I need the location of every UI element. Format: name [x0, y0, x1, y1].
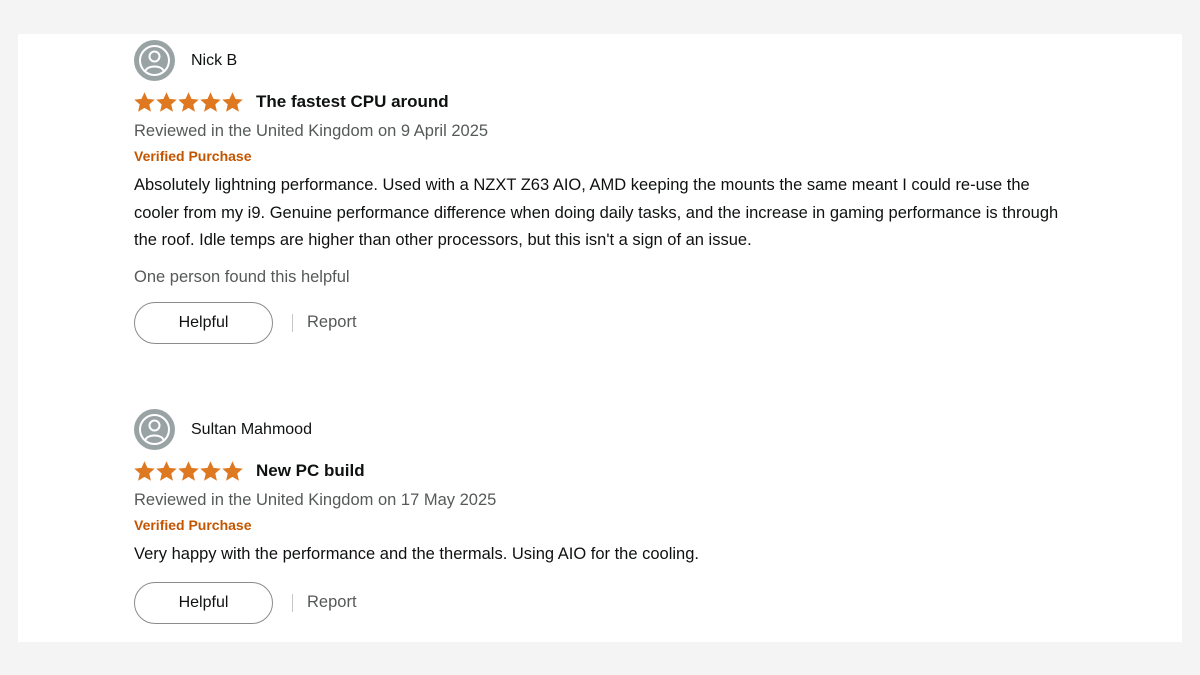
- review-actions: Helpful Report: [134, 301, 1094, 345]
- star-rating[interactable]: [134, 91, 243, 113]
- user-silhouette-icon: [139, 414, 170, 445]
- star-icon: [178, 91, 199, 112]
- star-icon: [156, 91, 177, 112]
- reviewer-name[interactable]: Nick B: [191, 52, 237, 70]
- star-icon: [200, 91, 221, 112]
- review-title-row: The fastest CPU around: [134, 89, 1094, 115]
- verified-purchase-badge: Verified Purchase: [134, 517, 252, 533]
- reviewer-name[interactable]: Sultan Mahmood: [191, 421, 312, 439]
- star-icon: [222, 460, 243, 481]
- reviewer-profile[interactable]: Sultan Mahmood: [134, 409, 1094, 450]
- helpful-count: One person found this helpful: [134, 267, 350, 286]
- report-link[interactable]: Report: [307, 593, 357, 612]
- reviews-panel: Nick B The fastest CPU around Reviewed i…: [18, 34, 1182, 642]
- review-title[interactable]: The fastest CPU around: [256, 92, 449, 112]
- review-date: Reviewed in the United Kingdom on 17 May…: [134, 491, 497, 509]
- star-rating[interactable]: [134, 460, 243, 482]
- divider: [292, 313, 293, 332]
- star-icon: [134, 460, 155, 481]
- star-icon: [156, 460, 177, 481]
- star-icon: [222, 91, 243, 112]
- star-icon: [200, 460, 221, 481]
- avatar: [134, 40, 175, 81]
- review-title-row: New PC build: [134, 458, 1094, 484]
- report-link[interactable]: Report: [307, 313, 357, 332]
- review-body: Absolutely lightning performance. Used w…: [134, 176, 1059, 249]
- review-item: Sultan Mahmood New PC build Reviewed in …: [134, 409, 1094, 625]
- divider: [292, 593, 293, 612]
- user-silhouette-icon: [139, 45, 170, 76]
- helpful-button[interactable]: Helpful: [134, 301, 273, 344]
- star-icon: [134, 91, 155, 112]
- verified-purchase-badge: Verified Purchase: [134, 148, 252, 164]
- helpful-button[interactable]: Helpful: [134, 581, 273, 624]
- avatar: [134, 409, 175, 450]
- star-icon: [178, 460, 199, 481]
- review-date: Reviewed in the United Kingdom on 9 Apri…: [134, 122, 489, 140]
- review-body: Very happy with the performance and the …: [134, 545, 699, 563]
- reviewer-profile[interactable]: Nick B: [134, 40, 1094, 81]
- review-actions: Helpful Report: [134, 581, 1094, 625]
- review-item: Nick B The fastest CPU around Reviewed i…: [134, 40, 1094, 345]
- review-title[interactable]: New PC build: [256, 461, 365, 481]
